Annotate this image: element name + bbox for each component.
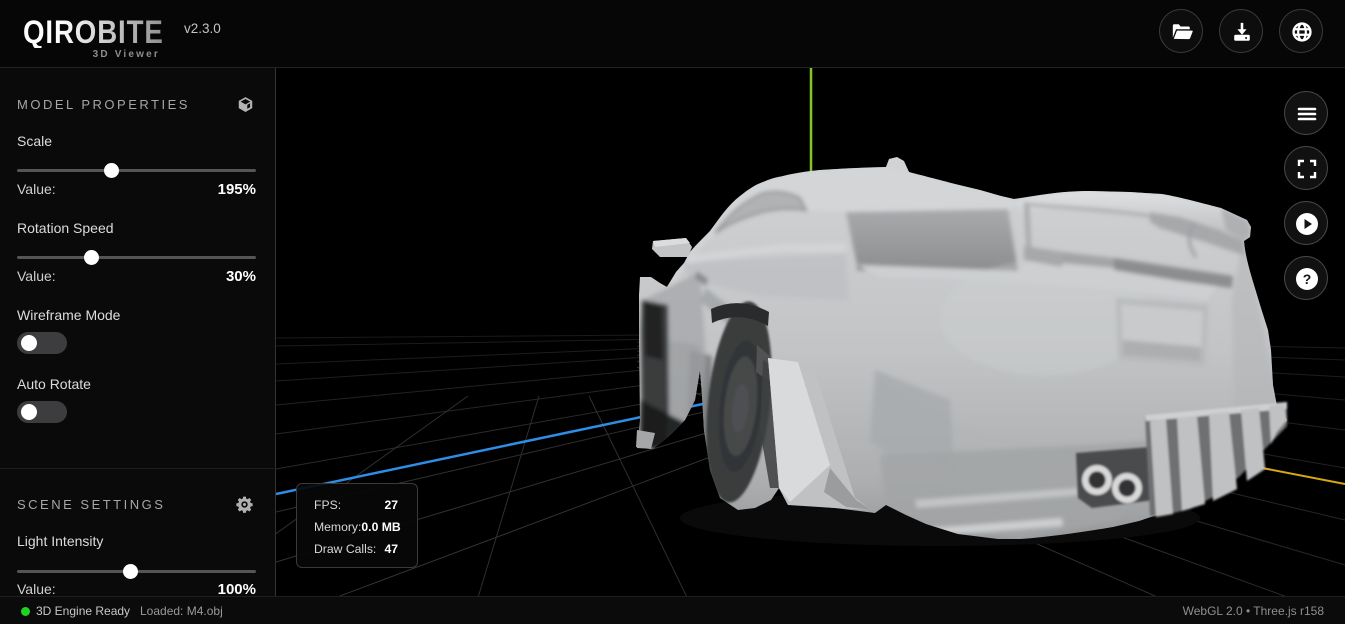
svg-text:?: ? — [1303, 271, 1312, 287]
